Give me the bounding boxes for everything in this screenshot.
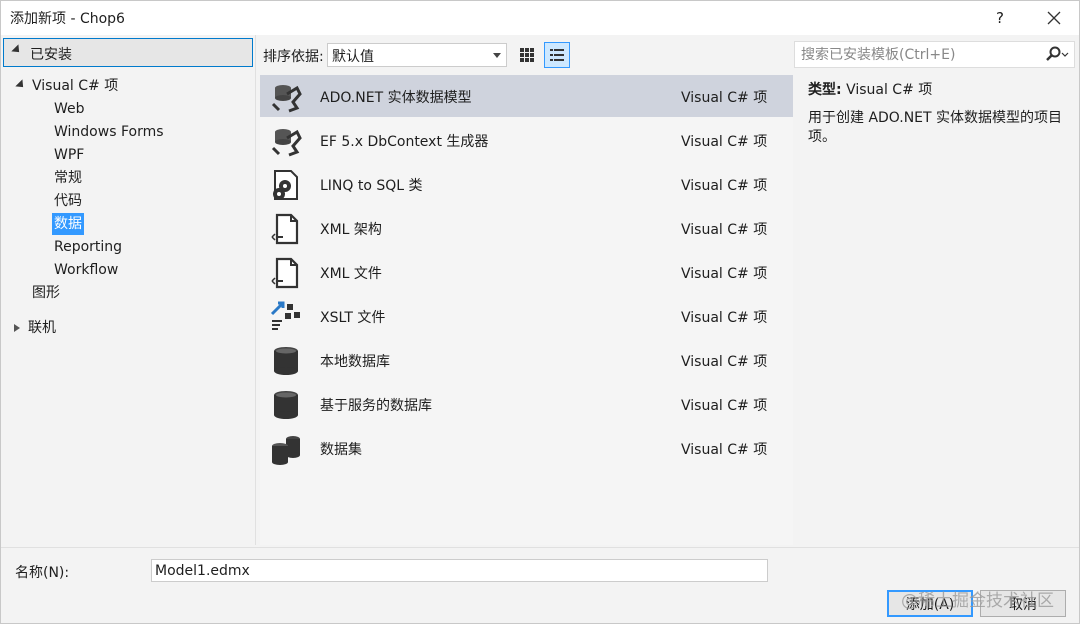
template-name: ADO.NET 实体数据模型 [320,90,472,106]
tree-item-online[interactable]: 联机 [28,317,56,339]
list-view-icon [550,49,564,61]
details-type-value: Visual C# 项 [846,82,933,98]
list-view-button[interactable] [544,42,570,68]
tree-item-visual-csharp[interactable]: Visual C# 项 [32,75,118,97]
xml-schema-icon [271,213,299,245]
add-new-item-dialog: 添加新项 - Chop6 ? 已安装 Visual C# 项 Web Windo… [0,0,1080,624]
sort-value: 默认值 [332,49,374,65]
template-type: Visual C# 项 [681,398,768,414]
expand-right-icon [14,324,20,332]
tree-item-graphics[interactable]: 图形 [32,282,60,304]
name-input[interactable] [151,559,768,582]
grid-view-icon [520,48,534,62]
service-database-icon [274,391,298,419]
tree-item-web[interactable]: Web [54,98,85,120]
linq-to-sql-icon [273,170,298,200]
template-name: XML 架构 [320,222,382,238]
dataset-icon [272,436,300,465]
search-input[interactable] [799,45,1039,65]
template-name: EF 5.x DbContext 生成器 [320,134,489,150]
template-name: LINQ to SQL 类 [320,178,423,194]
details-type-label: 类型: [808,82,842,98]
watermark: @稀土掘金技术社区 [901,591,1054,611]
template-type: Visual C# 项 [681,178,768,194]
close-button[interactable] [1039,5,1069,31]
tree-item-data[interactable]: 数据 [52,213,84,235]
dbcontext-generator-icon [271,129,302,157]
template-row[interactable]: XSLT 文件 Visual C# 项 [260,295,793,337]
template-details: 类型: Visual C# 项 用于创建 ADO.NET 实体数据模型的项目项。 [808,79,1070,147]
search-button[interactable] [1043,46,1069,68]
grid-view-button[interactable] [514,42,540,68]
window-title: 添加新项 - Chop6 [10,11,125,27]
expand-down-icon [11,44,23,56]
sort-toolbar: 排序依据: 默认值 [260,41,795,69]
template-search [794,41,1075,68]
template-type: Visual C# 项 [681,442,768,458]
xml-file-icon [271,257,299,289]
chevron-down-icon [493,53,501,58]
sort-label: 排序依据: [263,49,324,65]
template-name: XML 文件 [320,266,382,282]
xslt-file-icon [270,301,300,330]
sort-dropdown[interactable]: 默认值 [327,43,507,67]
title-bar: 添加新项 - Chop6 ? [1,1,1079,35]
template-type: Visual C# 项 [681,354,768,370]
tree-item-general[interactable]: 常规 [54,167,82,189]
tree-item-installed[interactable]: 已安装 [3,38,253,67]
template-row[interactable]: 数据集 Visual C# 项 [260,427,793,469]
entity-model-icon [271,85,302,113]
local-database-icon [274,347,298,375]
template-type: Visual C# 项 [681,310,768,326]
template-type: Visual C# 项 [681,90,768,106]
tree-item-code[interactable]: 代码 [54,190,82,212]
name-label: 名称(N): [15,565,70,581]
help-button[interactable]: ? [985,5,1015,31]
template-type: Visual C# 项 [681,266,768,282]
tree-installed-label: 已安装 [30,47,72,63]
template-row[interactable]: 基于服务的数据库 Visual C# 项 [260,383,793,425]
template-row[interactable]: XML 架构 Visual C# 项 [260,207,793,249]
close-icon [1047,11,1061,25]
details-description: 用于创建 ADO.NET 实体数据模型的项目项。 [808,110,1063,145]
dialog-footer: 名称(N): 添加(A) 取消 @稀土掘金技术社区 [1,547,1079,623]
template-list: ADO.NET 实体数据模型 Visual C# 项 EF 5.x DbCont… [260,75,793,545]
template-name: XSLT 文件 [320,310,386,326]
template-row[interactable]: EF 5.x DbContext 生成器 Visual C# 项 [260,119,793,161]
template-name: 本地数据库 [320,354,390,370]
help-label: ? [996,9,1004,27]
template-tree: 已安装 Visual C# 项 Web Windows Forms WPF 常规… [1,35,256,545]
tree-item-reporting[interactable]: Reporting [54,236,122,258]
template-row[interactable]: 本地数据库 Visual C# 项 [260,339,793,381]
expand-down-icon [15,79,27,91]
tree-item-workflow[interactable]: Workflow [54,259,118,281]
template-row[interactable]: LINQ to SQL 类 Visual C# 项 [260,163,793,205]
template-type: Visual C# 项 [681,134,768,150]
template-name: 数据集 [320,442,362,458]
details-type-row: 类型: Visual C# 项 [808,79,1070,101]
template-row[interactable]: ADO.NET 实体数据模型 Visual C# 项 [260,75,793,117]
tree-item-windows-forms[interactable]: Windows Forms [54,121,164,143]
tree-item-wpf[interactable]: WPF [54,144,84,166]
template-name: 基于服务的数据库 [320,398,432,414]
template-type: Visual C# 项 [681,222,768,238]
template-row[interactable]: XML 文件 Visual C# 项 [260,251,793,293]
search-icon [1046,46,1069,61]
